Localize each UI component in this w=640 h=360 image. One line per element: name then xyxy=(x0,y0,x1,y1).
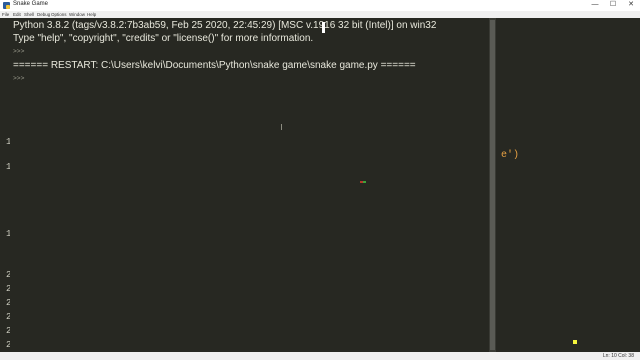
window-title: Snake Game xyxy=(13,1,49,7)
shell-scrollbar[interactable] xyxy=(489,18,496,354)
minimize-button[interactable]: — xyxy=(586,0,604,11)
menu-window[interactable]: Window xyxy=(69,11,85,18)
shell-prompt: >>> xyxy=(13,75,25,82)
shell-banner-help: Type "help", "copyright", "credits" or "… xyxy=(13,33,314,44)
menu-debug[interactable]: Debug xyxy=(37,11,50,18)
title-bar: Snake Game — ☐ ✕ xyxy=(0,0,640,11)
menu-shell[interactable]: Shell xyxy=(24,11,34,18)
menu-edit[interactable]: Edit xyxy=(13,11,21,18)
snake-food xyxy=(573,340,577,344)
mouse-cursor-icon xyxy=(322,22,325,33)
python-icon xyxy=(3,2,10,9)
code-fragment: e') xyxy=(501,150,520,161)
menu-file[interactable]: File xyxy=(2,11,9,18)
text-cursor-icon xyxy=(281,124,282,130)
close-button[interactable]: ✕ xyxy=(622,0,640,11)
shell-banner-version: Python 3.8.2 (tags/v3.8.2:7b3ab59, Feb 2… xyxy=(13,20,437,31)
shell-prompt: >>> xyxy=(13,48,25,55)
maximize-button[interactable]: ☐ xyxy=(604,0,622,11)
background-editor[interactable] xyxy=(497,18,640,352)
shell-restart-line: ====== RESTART: C:\Users\kelvi\Documents… xyxy=(13,60,416,71)
menu-bar: File Edit Shell Debug Options Window Hel… xyxy=(0,11,640,18)
scrollbar-thumb[interactable] xyxy=(490,20,495,350)
snake-head xyxy=(363,181,366,183)
menu-options[interactable]: Options xyxy=(51,11,67,18)
cursor-position: Ln: 10 Col: 38 xyxy=(602,353,634,359)
menu-help[interactable]: Help xyxy=(87,11,96,18)
status-bar: Ln: 10 Col: 38 xyxy=(0,352,640,360)
editor-gutter: 1 1 1 2 2 2 2 2 2 xyxy=(0,18,11,356)
